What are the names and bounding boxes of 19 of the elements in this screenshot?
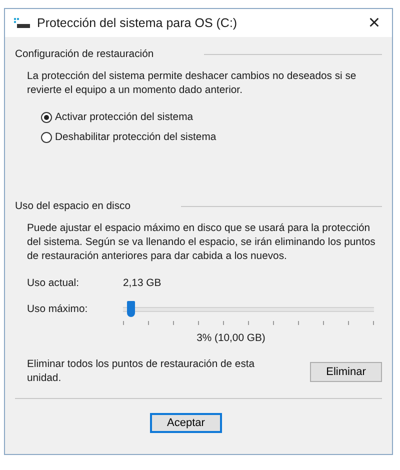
- delete-description: Eliminar todos los puntos de restauración de esta unidad.: [27, 358, 256, 386]
- field-label: Uso máximo:: [27, 304, 89, 314]
- close-button[interactable]: ×: [364, 13, 384, 33]
- radio-button[interactable]: [41, 112, 52, 123]
- ok-button[interactable]: Aceptar: [150, 413, 222, 433]
- section-heading: Configuración de restauración: [15, 49, 154, 60]
- section-heading: Uso del espacio en disco: [15, 201, 131, 212]
- description-text: Puede ajustar el espacio máximo en disco que se usará para la protección del sistema. Según se va llenando el espacio, se irán eliminando los puntos de restauración anteriores para dar cabida a los nuevos.: [27, 222, 376, 264]
- description-text: La protección del sistema permite deshacer cambios no deseados si se revierte el equipo a un momento dado anterior.: [27, 70, 358, 98]
- radio-button[interactable]: [41, 132, 52, 143]
- max-usage-reading: 3% (10,00 GB): [196, 333, 266, 344]
- window-title: Protección del sistema para OS (C:): [37, 16, 238, 30]
- slider-thumb[interactable]: [126, 301, 135, 317]
- radio-label[interactable]: Deshabilitar protección del sistema: [55, 132, 216, 143]
- delete-button[interactable]: Eliminar: [310, 362, 382, 382]
- field-label: Uso actual:: [27, 278, 80, 289]
- field-value: 2,13 GB: [123, 278, 162, 289]
- radio-label[interactable]: Activar protección del sistema: [55, 112, 194, 123]
- drive-icon: [13, 17, 31, 29]
